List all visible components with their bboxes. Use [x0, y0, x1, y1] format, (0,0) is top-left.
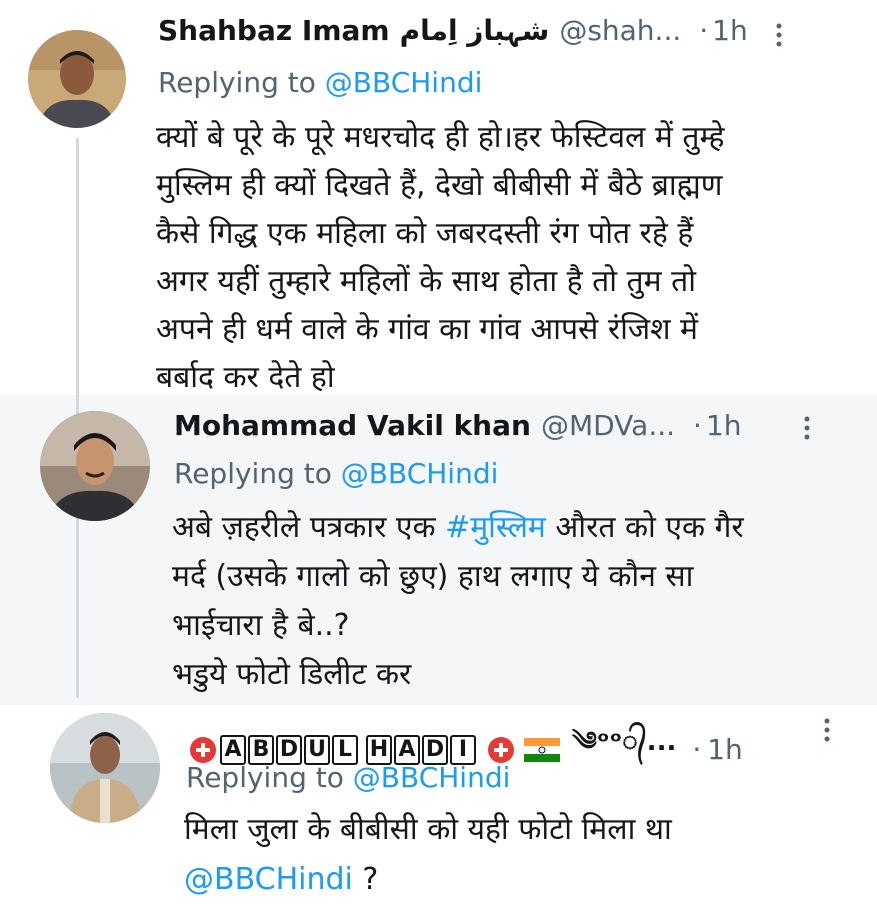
handle[interactable]: @shah... — [559, 14, 681, 47]
tweet-header: Shahbaz Imam شہباز اِمام @shah... · 1h — [158, 14, 748, 47]
display-name-tail[interactable]: ༄ᵒᵒ᭄... — [572, 713, 676, 786]
tweet-text-line: मिला जुला के बीबीसी को यही फोटो मिला था — [184, 812, 672, 847]
tweet-text-line: कैसे गिद्ध एक महिला को जबरदस्ती रंग पोत … — [156, 216, 694, 251]
boxed-letter: H — [366, 734, 392, 765]
boxed-letter: D — [276, 734, 302, 765]
separator-dot: · — [692, 733, 702, 766]
tweet-text: अबे ज़हरीले पत्रकार एक #मुस्लिम औरत को ए… — [172, 503, 744, 699]
timestamp[interactable]: 1h — [707, 733, 743, 766]
mention-link[interactable]: @BBCHindi — [184, 862, 353, 897]
boxed-letter: L — [332, 734, 358, 765]
tweet-text-line: भाईचारा है बे..? — [172, 608, 350, 643]
tweet-text-line: क्यों बे पूरे के पूरे मधरचोद ही हो।हर फे… — [156, 120, 725, 155]
replying-to-label: Replying to — [186, 761, 344, 794]
more-vertical-icon[interactable] — [774, 22, 784, 52]
separator-dot: · — [693, 409, 702, 442]
replying-to-mention[interactable]: @BBCHindi — [341, 457, 499, 490]
replying-to-mention[interactable]: @BBCHindi — [353, 761, 511, 794]
replying-to: Replying to @BBCHindi — [174, 457, 498, 490]
boxed-letter: D — [422, 734, 448, 765]
tweet-text-line: भडुये फोटो डिलीट कर — [172, 657, 412, 692]
display-name-first[interactable]: ABDUL — [220, 734, 360, 765]
tweet-text-segment: अबे ज़हरीले पत्रकार एक — [172, 510, 446, 545]
more-vertical-icon[interactable] — [822, 717, 832, 747]
tweet-text-line: मर्द (उसके गालो को छुए) हाथ लगाए ये कौन … — [172, 559, 694, 594]
replying-to-label: Replying to — [174, 457, 332, 490]
india-flag-icon — [524, 737, 560, 762]
avatar[interactable] — [50, 713, 160, 823]
tweet-text-line: अबे ज़हरीले पत्रकार एक #मुस्लिम औरत को ए… — [172, 503, 744, 552]
tweet-text-segment: औरत को एक गैर — [545, 510, 744, 545]
timestamp[interactable]: 1h — [712, 14, 748, 47]
tweet-text: मिला जुला के बीबीसी को यही फोटो मिला था … — [184, 805, 672, 905]
display-name-urdu[interactable]: شہباز اِمام — [400, 14, 550, 47]
avatar[interactable] — [28, 30, 126, 128]
tweet-text-line: अगर यहीं तुम्हारे महिलों के साथ होता है … — [156, 264, 696, 299]
hashtag-link[interactable]: #मुस्लिम — [445, 510, 546, 545]
tweet-text-segment: ? — [352, 862, 379, 897]
tweet-mohammad[interactable]: Mohammad Vakil khan @MDVa... · 1h Replyi… — [0, 395, 877, 705]
tweet-header: Mohammad Vakil khan @MDVa... · 1h — [174, 409, 742, 442]
replying-to: Replying to @BBCHindi — [158, 66, 482, 99]
display-name-last[interactable]: HADI — [366, 734, 478, 765]
boxed-letter: B — [248, 734, 274, 765]
tweet-text-line: मुस्लिम ही क्यों दिखते हैं, देखो बीबीसी … — [156, 168, 723, 203]
display-name[interactable]: Mohammad Vakil khan — [174, 409, 531, 442]
timestamp[interactable]: 1h — [706, 409, 742, 442]
boxed-letter: A — [394, 734, 420, 765]
tweet-text: क्यों बे पूरे के पूरे मधरचोद ही हो।हर फे… — [156, 114, 725, 402]
tweet-shahbaz[interactable]: Shahbaz Imam شہباز اِمام @shah... · 1h R… — [0, 0, 877, 698]
tweet-text-line: @BBCHindi ? — [184, 855, 672, 905]
boxed-letter: I — [450, 734, 476, 765]
red-helmet-icon — [190, 736, 216, 763]
handle[interactable]: @MDVa... — [541, 409, 675, 442]
boxed-letter: U — [304, 734, 330, 765]
more-vertical-icon[interactable] — [802, 415, 812, 445]
display-name[interactable]: Shahbaz Imam — [158, 14, 390, 47]
tweet-abdul-hadi[interactable]: ABDUL HADI ༄ᵒᵒ᭄... · 1h Replying to @BBC… — [0, 705, 877, 914]
red-helmet-icon — [488, 736, 514, 763]
boxed-letter: A — [220, 734, 246, 765]
replying-to: Replying to @BBCHindi — [186, 761, 510, 794]
tweet-text-line: अपने ही धर्म वाले के गांव का गांव आपसे र… — [156, 312, 699, 347]
replying-to-label: Replying to — [158, 66, 316, 99]
avatar[interactable] — [40, 411, 150, 521]
separator-dot: · — [699, 14, 709, 47]
replying-to-mention[interactable]: @BBCHindi — [325, 66, 483, 99]
